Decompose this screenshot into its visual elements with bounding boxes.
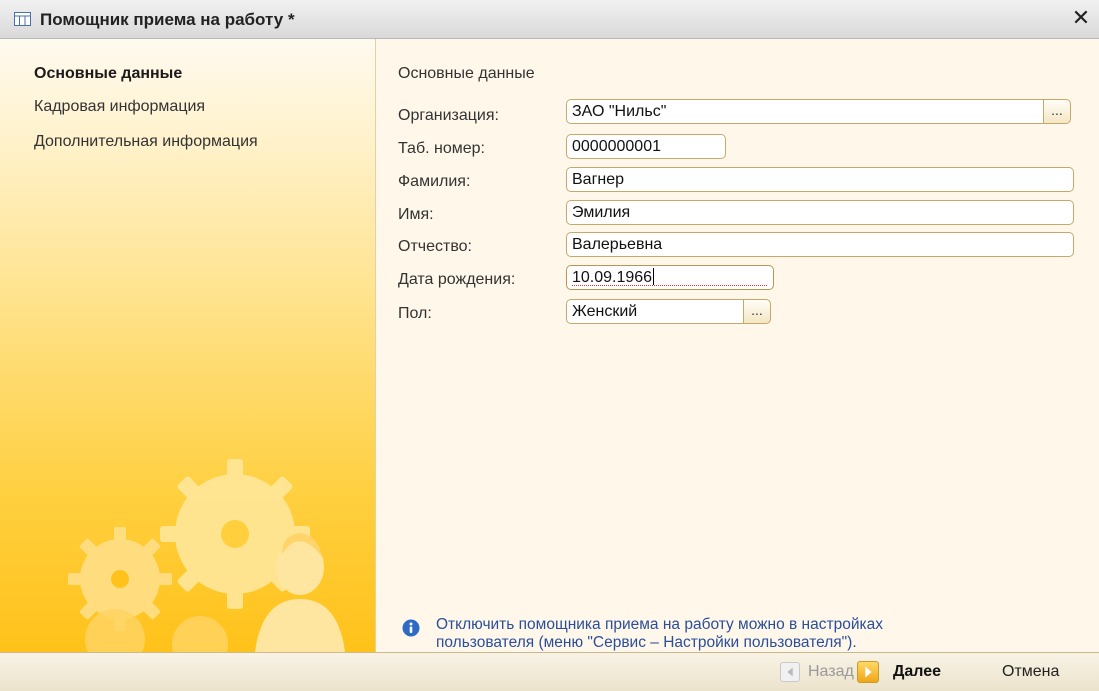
main-panel: Основные данные Организация: ЗАО "Нильс"… xyxy=(376,39,1099,652)
title-bar: Помощник приема на работу * ✕ xyxy=(0,0,1099,39)
back-arrow-icon xyxy=(780,662,800,682)
text-caret xyxy=(653,268,655,285)
footer-bar: Назад Далее Отмена xyxy=(0,652,1099,691)
gears-person-illustration xyxy=(68,459,345,652)
spellcheck-underline xyxy=(572,285,767,286)
info-text-line-2: пользователя (меню "Сервис – Настройки п… xyxy=(436,634,857,651)
organization-field[interactable]: ЗАО "Нильс" xyxy=(566,99,1044,124)
birth-date-field[interactable]: 10.09.1966 xyxy=(566,265,774,290)
birth-date-value: 10.09.1966 xyxy=(572,269,653,286)
last-name-label: Фамилия: xyxy=(398,173,471,190)
cancel-button[interactable]: Отмена xyxy=(1002,663,1059,681)
gender-label: Пол: xyxy=(398,305,432,322)
window-title: Помощник приема на работу * xyxy=(40,10,295,29)
first-name-label: Имя: xyxy=(398,206,434,223)
patronymic-label: Отчество: xyxy=(398,238,472,255)
info-text: Отключить помощника приема на работу мож… xyxy=(436,616,883,652)
back-button-label: Назад xyxy=(808,663,854,680)
tab-number-field[interactable]: 0000000001 xyxy=(566,134,726,159)
next-button-label: Далее xyxy=(893,663,942,680)
sidebar-item-additional-info[interactable]: Дополнительная информация xyxy=(34,133,258,151)
last-name-field[interactable]: Вагнер xyxy=(566,167,1074,192)
back-button[interactable]: Назад xyxy=(780,662,854,682)
gender-select-button[interactable]: ... xyxy=(743,299,771,324)
table-icon xyxy=(14,12,31,26)
info-icon xyxy=(402,619,420,637)
section-title: Основные данные xyxy=(398,65,535,82)
gender-field[interactable]: Женский xyxy=(566,299,744,324)
first-name-field[interactable]: Эмилия xyxy=(566,200,1074,225)
tab-number-label: Таб. номер: xyxy=(398,140,485,157)
organization-label: Организация: xyxy=(398,107,499,124)
birth-date-label: Дата рождения: xyxy=(398,271,516,288)
close-icon[interactable]: ✕ xyxy=(1069,6,1093,30)
next-arrow-icon xyxy=(857,661,879,683)
organization-select-button[interactable]: ... xyxy=(1043,99,1071,124)
next-button[interactable]: Далее xyxy=(857,661,942,683)
info-text-line-1: Отключить помощника приема на работу мож… xyxy=(436,616,883,633)
patronymic-field[interactable]: Валерьевна xyxy=(566,232,1074,257)
sidebar-item-main-data[interactable]: Основные данные xyxy=(34,65,182,83)
hiring-assistant-window: Помощник приема на работу * ✕ Основные д… xyxy=(0,0,1099,691)
sidebar: Основные данные Кадровая информация Допо… xyxy=(0,39,375,652)
sidebar-item-hr-info[interactable]: Кадровая информация xyxy=(34,98,205,116)
